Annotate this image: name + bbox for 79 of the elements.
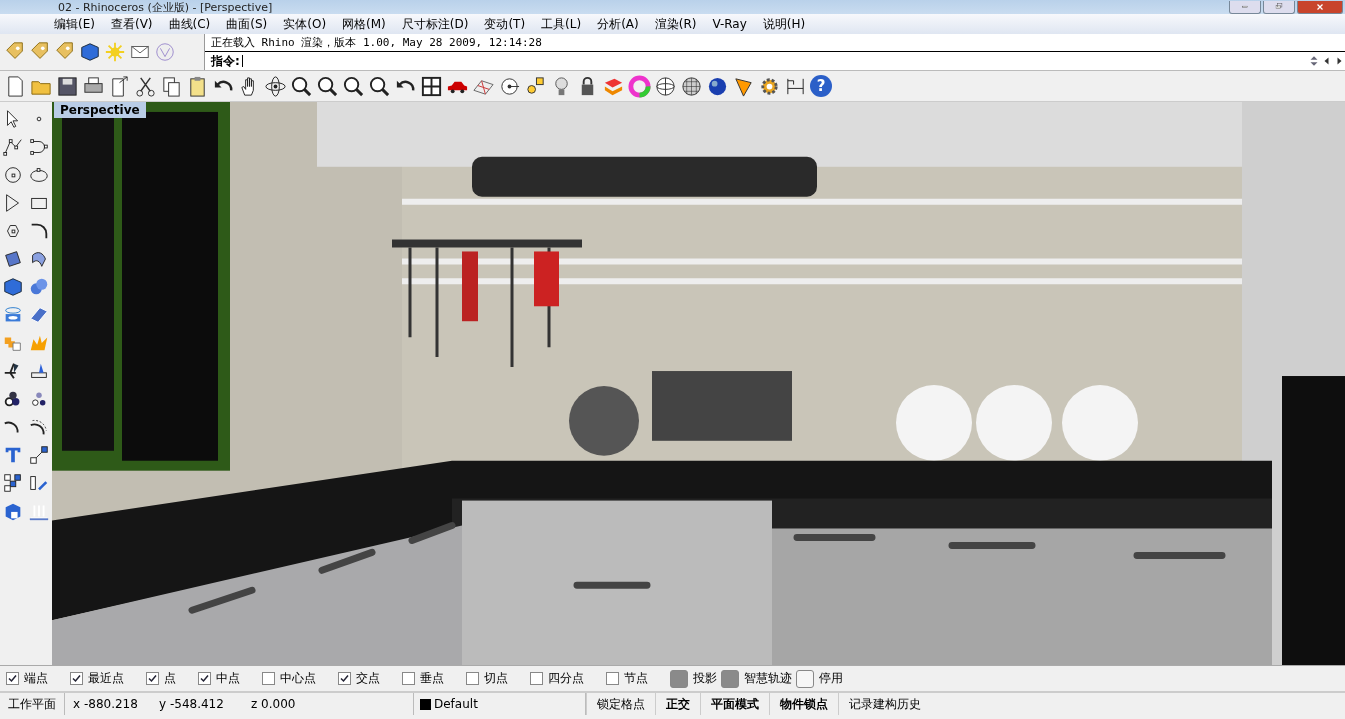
checkbox[interactable] xyxy=(70,672,83,685)
toggle-box[interactable] xyxy=(721,669,739,688)
status-toggle[interactable]: 物件锁点 xyxy=(769,693,838,715)
restore-icon[interactable] xyxy=(1274,2,1284,12)
osnap-option[interactable]: 切点 xyxy=(466,670,508,687)
mesh-sphere-icon[interactable] xyxy=(680,74,703,98)
help-icon[interactable]: ? xyxy=(810,75,832,97)
menu-item[interactable]: 实体(O) xyxy=(275,15,335,33)
status-toggle[interactable]: 记录建构历史 xyxy=(838,693,931,715)
checkbox[interactable] xyxy=(466,672,479,685)
osnap-option[interactable]: 点 xyxy=(146,670,176,687)
checkbox[interactable] xyxy=(530,672,543,685)
magnifier-icon[interactable] xyxy=(342,74,365,98)
osnap-option[interactable]: 交点 xyxy=(338,670,380,687)
menu-item[interactable]: 曲面(S) xyxy=(218,15,276,33)
menu-item[interactable]: 曲线(C) xyxy=(160,15,219,33)
menu-item[interactable]: 网格(M) xyxy=(334,15,394,33)
menu-item[interactable]: 工具(L) xyxy=(533,15,590,33)
menu-item[interactable]: 查看(V) xyxy=(102,15,161,33)
menu-item[interactable]: 编辑(E) xyxy=(46,15,103,33)
layer-swatch xyxy=(420,698,431,710)
status-toggle[interactable]: 锁定格点 xyxy=(586,693,655,715)
toggle-box[interactable] xyxy=(796,669,814,688)
toggle-option[interactable]: 投影 xyxy=(670,669,717,688)
toggle-option[interactable]: 停用 xyxy=(796,669,843,688)
scale-icon[interactable] xyxy=(28,444,50,466)
cube-icon[interactable] xyxy=(79,41,101,63)
viewport-title-tab[interactable]: Perspective xyxy=(54,102,146,118)
layer-name[interactable]: Default xyxy=(434,697,478,711)
magnifier-icon[interactable] xyxy=(368,74,391,98)
copy-icon[interactable] xyxy=(160,74,183,98)
status-toggle[interactable]: 平面模式 xyxy=(700,693,769,715)
circle-icon[interactable] xyxy=(2,164,24,186)
minimize-button[interactable] xyxy=(1229,1,1261,14)
command-history: 正在载入 Rhino 渲染，版本 1.00, May 28 2009, 12:14:28 xyxy=(205,34,1345,52)
osnap-option[interactable]: 节点 xyxy=(606,670,648,687)
checkbox[interactable] xyxy=(606,672,619,685)
osnap-option[interactable]: 垂点 xyxy=(402,670,444,687)
menu-item[interactable]: 渲染(R) xyxy=(646,15,705,33)
magnifier-icon[interactable] xyxy=(316,74,339,98)
menu-item[interactable]: 尺寸标注(D) xyxy=(393,15,477,33)
menu-item[interactable]: 说明(H) xyxy=(754,15,814,33)
grid-icon[interactable] xyxy=(420,74,443,98)
surface-icon[interactable] xyxy=(2,248,24,270)
osnap-option[interactable]: 中心点 xyxy=(262,670,316,687)
orbit-icon[interactable] xyxy=(264,74,287,98)
star-burst-icon[interactable] xyxy=(104,41,126,63)
close-icon[interactable] xyxy=(1315,2,1325,12)
toggle-option[interactable]: 智慧轨迹 xyxy=(721,669,792,688)
color-wheel-icon[interactable] xyxy=(628,74,651,98)
mesh-icon[interactable] xyxy=(28,304,50,326)
checkbox[interactable] xyxy=(146,672,159,685)
menu-item[interactable]: 变动(T) xyxy=(476,15,534,33)
command-prompt: 指令: xyxy=(211,52,240,70)
status-toggle[interactable]: 正交 xyxy=(655,693,700,715)
magnifier-icon[interactable] xyxy=(290,74,313,98)
z-coordinate: z 0.000 xyxy=(250,697,297,711)
cube-icon[interactable] xyxy=(2,276,24,298)
osnap-option[interactable]: 最近点 xyxy=(70,670,124,687)
checkbox[interactable] xyxy=(402,672,415,685)
y-coordinate: y -548.412 xyxy=(158,697,225,711)
checkbox[interactable] xyxy=(6,672,19,685)
menu-item[interactable]: 分析(A) xyxy=(589,15,647,33)
wire-sphere-icon[interactable] xyxy=(654,74,677,98)
window-title: 02 - Rhinoceros (企业版) - [Perspective] xyxy=(58,1,273,14)
checkbox[interactable] xyxy=(198,672,211,685)
osnap-option[interactable]: 端点 xyxy=(6,670,48,687)
toggle-box[interactable] xyxy=(670,669,688,688)
menu-item[interactable]: V-Ray xyxy=(704,17,755,31)
osnap-option[interactable]: 四分点 xyxy=(530,670,584,687)
blocks-icon[interactable] xyxy=(2,472,24,494)
restore-button[interactable] xyxy=(1263,1,1295,14)
curve-icon[interactable] xyxy=(28,136,50,158)
checkbox[interactable] xyxy=(262,672,275,685)
cplane-label: 工作平面 xyxy=(7,695,57,713)
checkbox[interactable] xyxy=(338,672,351,685)
polyline-icon[interactable] xyxy=(2,136,24,158)
osnap-option[interactable]: 中点 xyxy=(198,670,240,687)
x-coordinate: x -880.218 xyxy=(72,697,139,711)
